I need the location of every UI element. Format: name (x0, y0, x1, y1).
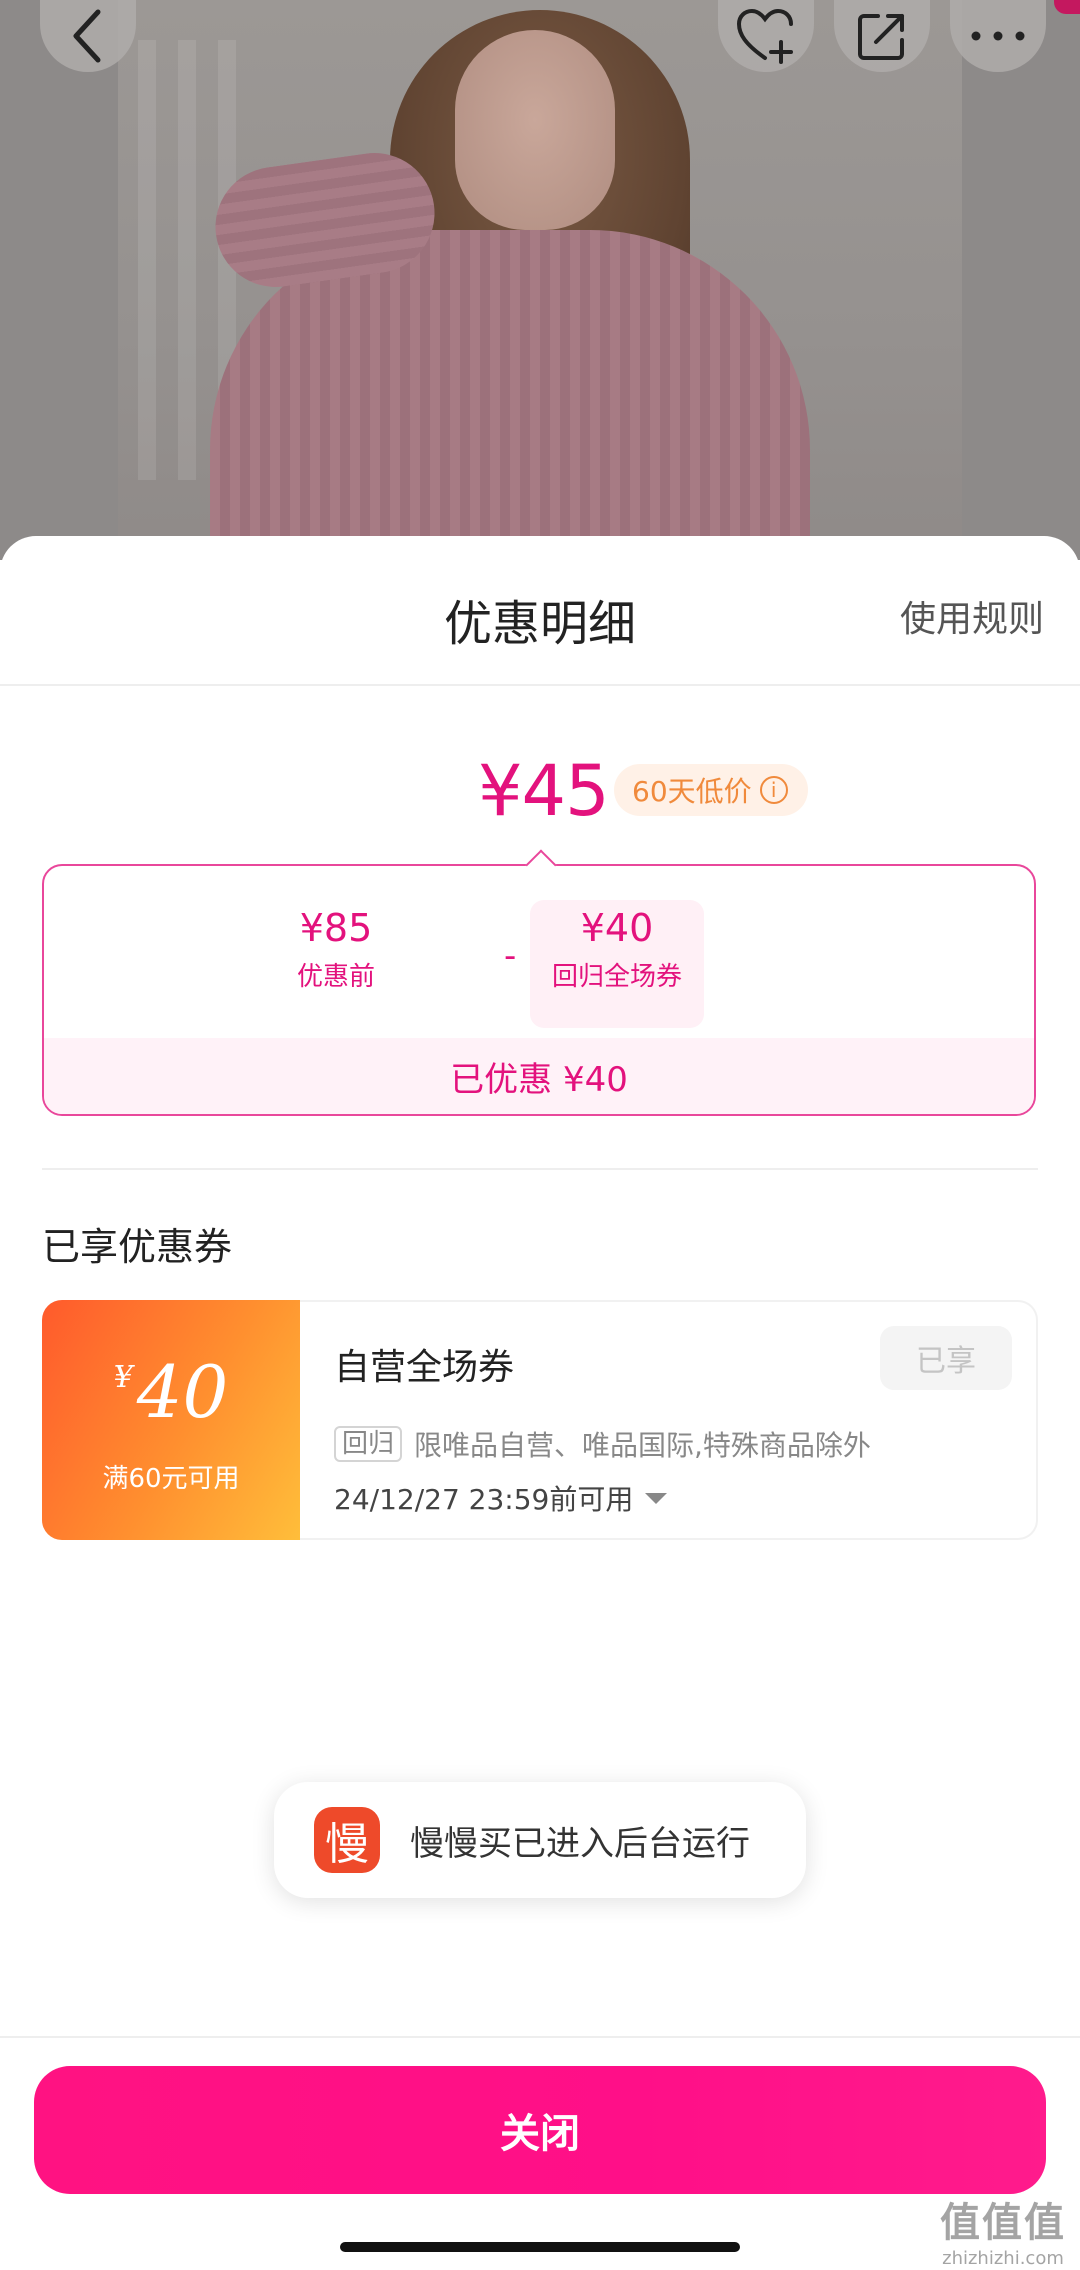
curtain-stripe (138, 40, 156, 480)
coupon-description: 回归 限唯品自营、唯品国际,特殊商品除外 (334, 1424, 871, 1464)
chevron-left-icon (73, 9, 101, 63)
model-face (455, 30, 615, 230)
total-saved: 已优惠 ¥40 (44, 1038, 1034, 1114)
coupon-amount: ¥40 (42, 1350, 300, 1434)
applied-coupons-title: 已享优惠券 (42, 1225, 233, 1269)
discount-detail-sheet: 优惠明细 使用规则 ¥45 60天低价 i ¥85 优惠前 - ¥40 回归全场… (0, 536, 1080, 2270)
coupon-expiry-text: 24/12/27 23:59前可用 (334, 1483, 634, 1516)
coupon-status-badge: 已享 (880, 1326, 1012, 1390)
caret-down-icon (645, 1492, 668, 1504)
section-divider (42, 1168, 1038, 1170)
final-price: ¥45 (478, 750, 610, 832)
discount-label: 回归全场券 (551, 962, 682, 992)
coupon-name: 自营全场券 (334, 1347, 515, 1388)
more-button[interactable] (950, 0, 1046, 72)
coupon-perforation (292, 1300, 308, 1540)
product-image (0, 0, 1080, 560)
share-icon (858, 14, 904, 60)
toast-message: 慢慢买已进入后台运行 (410, 1823, 750, 1864)
info-icon: i (759, 776, 788, 804)
low-price-label: 60天低价 (632, 775, 752, 808)
watermark-url: zhizhizhi.com (942, 2248, 1064, 2269)
original-price-value: ¥85 (299, 906, 373, 950)
app-logo-icon: 慢 (314, 1807, 380, 1873)
close-button[interactable]: 关闭 (34, 2066, 1046, 2194)
discount-amount: ¥40 回归全场券 (530, 906, 704, 993)
coupon-restriction: 限唯品自营、唯品国际,特殊商品除外 (414, 1429, 871, 1462)
coupon-value-panel: ¥40 满60元可用 (42, 1300, 300, 1540)
coupon-card[interactable]: ¥40 满60元可用 自营全场券 已享 回归 限唯品自营、唯品国际,特殊商品除外… (42, 1300, 1038, 1540)
watermark: 值值值 zhizhizhi.com (940, 2190, 1066, 2269)
sheet-header: 优惠明细 使用规则 (0, 536, 1080, 686)
watermark-logo: 值值值 (940, 2200, 1066, 2246)
coupon-amount-value: 40 (136, 1350, 229, 1434)
price-breakdown: ¥85 优惠前 - ¥40 回归全场券 已优惠 ¥40 (42, 864, 1036, 1116)
discount-value: ¥40 (580, 906, 654, 950)
coupon-expiry[interactable]: 24/12/27 23:59前可用 (334, 1478, 668, 1518)
original-price: ¥85 优惠前 (266, 906, 406, 993)
final-price-row: ¥45 60天低价 i (0, 750, 1080, 840)
curtain-stripe (178, 40, 196, 480)
minus-sign: - (504, 936, 517, 976)
original-price-label: 优惠前 (296, 962, 375, 992)
heart-plus-icon (736, 8, 793, 64)
coupon-condition: 满60元可用 (102, 1464, 240, 1494)
home-indicator[interactable] (340, 2242, 740, 2252)
more-dots-icon (971, 31, 1025, 41)
background-run-toast: 慢 慢慢买已进入后台运行 (274, 1782, 806, 1898)
low-price-badge[interactable]: 60天低价 i (614, 764, 808, 816)
footer-divider (0, 2036, 1080, 2038)
notification-dot (1054, 0, 1080, 14)
coupon-tag: 回归 (334, 1426, 403, 1462)
usage-rules-link[interactable]: 使用规则 (900, 590, 1044, 642)
coupon-currency: ¥ (113, 1360, 133, 1395)
